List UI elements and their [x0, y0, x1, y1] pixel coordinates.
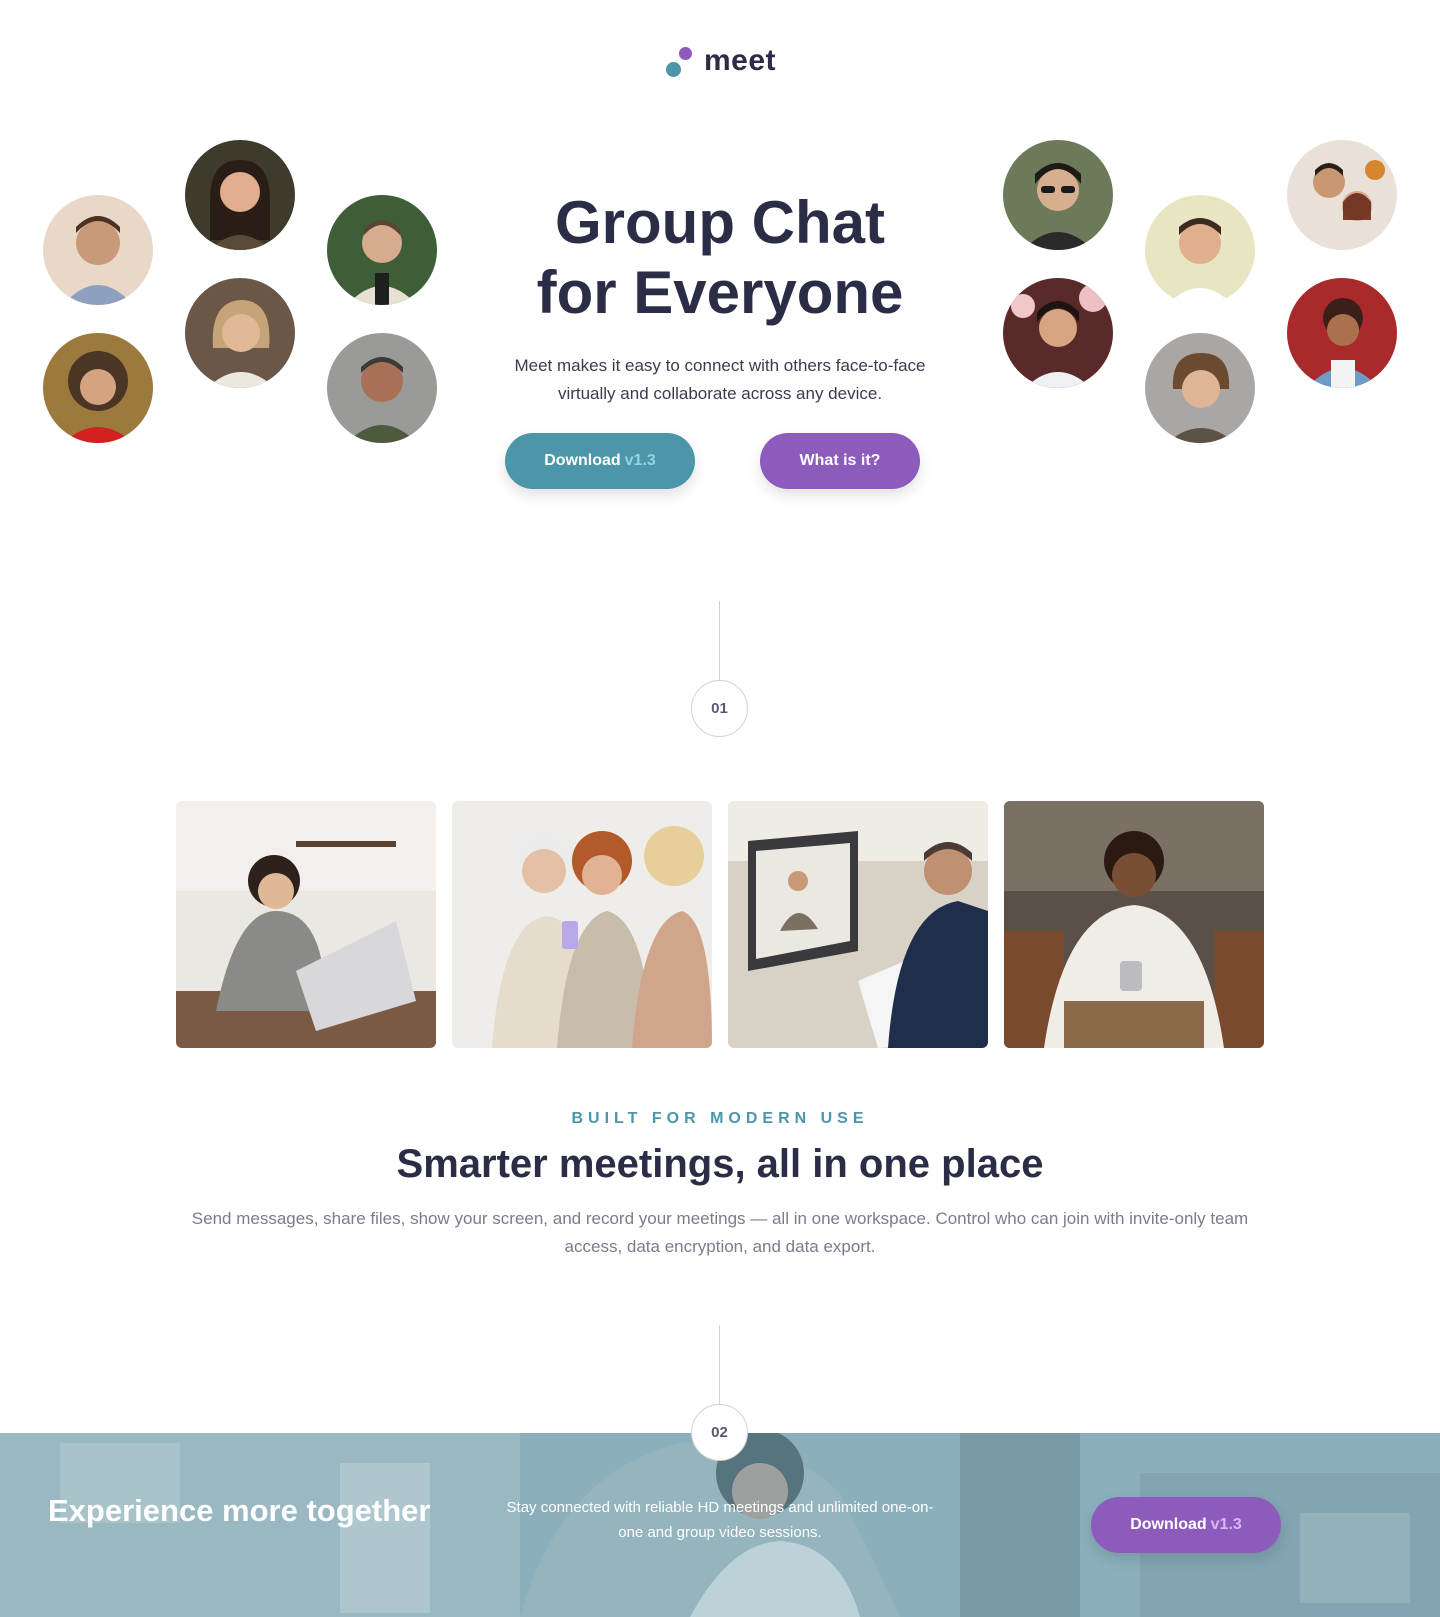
hero-title: Group Chat for Everyone	[470, 188, 970, 328]
avatar-older-man	[327, 333, 437, 443]
photo-video-call-laptop	[728, 801, 988, 1048]
avatar-curly-man	[43, 333, 153, 443]
features-title: Smarter meetings, all in one place	[396, 1142, 1044, 1186]
banner-download-version: v1.3	[1210, 1516, 1242, 1533]
logo[interactable]: meet	[0, 44, 1440, 78]
avatar-young-man	[43, 195, 153, 305]
download-button-label: Download	[544, 452, 621, 469]
step-connector-line	[719, 601, 720, 681]
avatar-couple	[1287, 140, 1397, 250]
avatar-blonde-woman	[185, 278, 295, 388]
step-01-badge: 01	[691, 680, 748, 737]
avatar-wavy-hair-man	[1145, 333, 1255, 443]
step-connector-line-2	[719, 1325, 720, 1405]
avatar-bearded-man	[327, 195, 437, 305]
what-is-it-button[interactable]: What is it?	[760, 433, 920, 489]
avatar-man-blossoms	[1003, 278, 1113, 388]
hero-title-line-2: for Everyone	[536, 259, 904, 326]
banner-text: Stay connected with reliable HD meetings…	[506, 1499, 934, 1541]
photo-man-phone	[1004, 801, 1264, 1048]
download-button[interactable]: Download v1.3	[505, 433, 695, 489]
banner-download-button[interactable]: Download v1.3	[1091, 1497, 1281, 1553]
banner-download-label: Download	[1130, 1516, 1207, 1533]
avatar-man-sunglasses	[1003, 140, 1113, 250]
logo-icon	[664, 45, 694, 77]
banner-title: Experience more together	[48, 1493, 431, 1528]
what-is-it-label: What is it?	[799, 452, 881, 469]
hero-title-line-1: Group Chat	[555, 189, 885, 256]
avatar-laughing-man	[1145, 195, 1255, 305]
features-eyebrow: BUILT FOR MODERN USE	[571, 1110, 869, 1127]
avatar-woman-denim	[1287, 278, 1397, 388]
photo-women-phone	[452, 801, 712, 1048]
logo-text: meet	[703, 44, 777, 77]
hero-subtitle: Meet makes it easy to connect with other…	[514, 356, 926, 403]
download-version: v1.3	[624, 452, 656, 469]
features-text: Send messages, share files, show your sc…	[191, 1209, 1249, 1256]
step-02-badge: 02	[691, 1404, 748, 1461]
avatar-smiling-woman	[185, 140, 295, 250]
photo-woman-laptop	[176, 801, 436, 1048]
